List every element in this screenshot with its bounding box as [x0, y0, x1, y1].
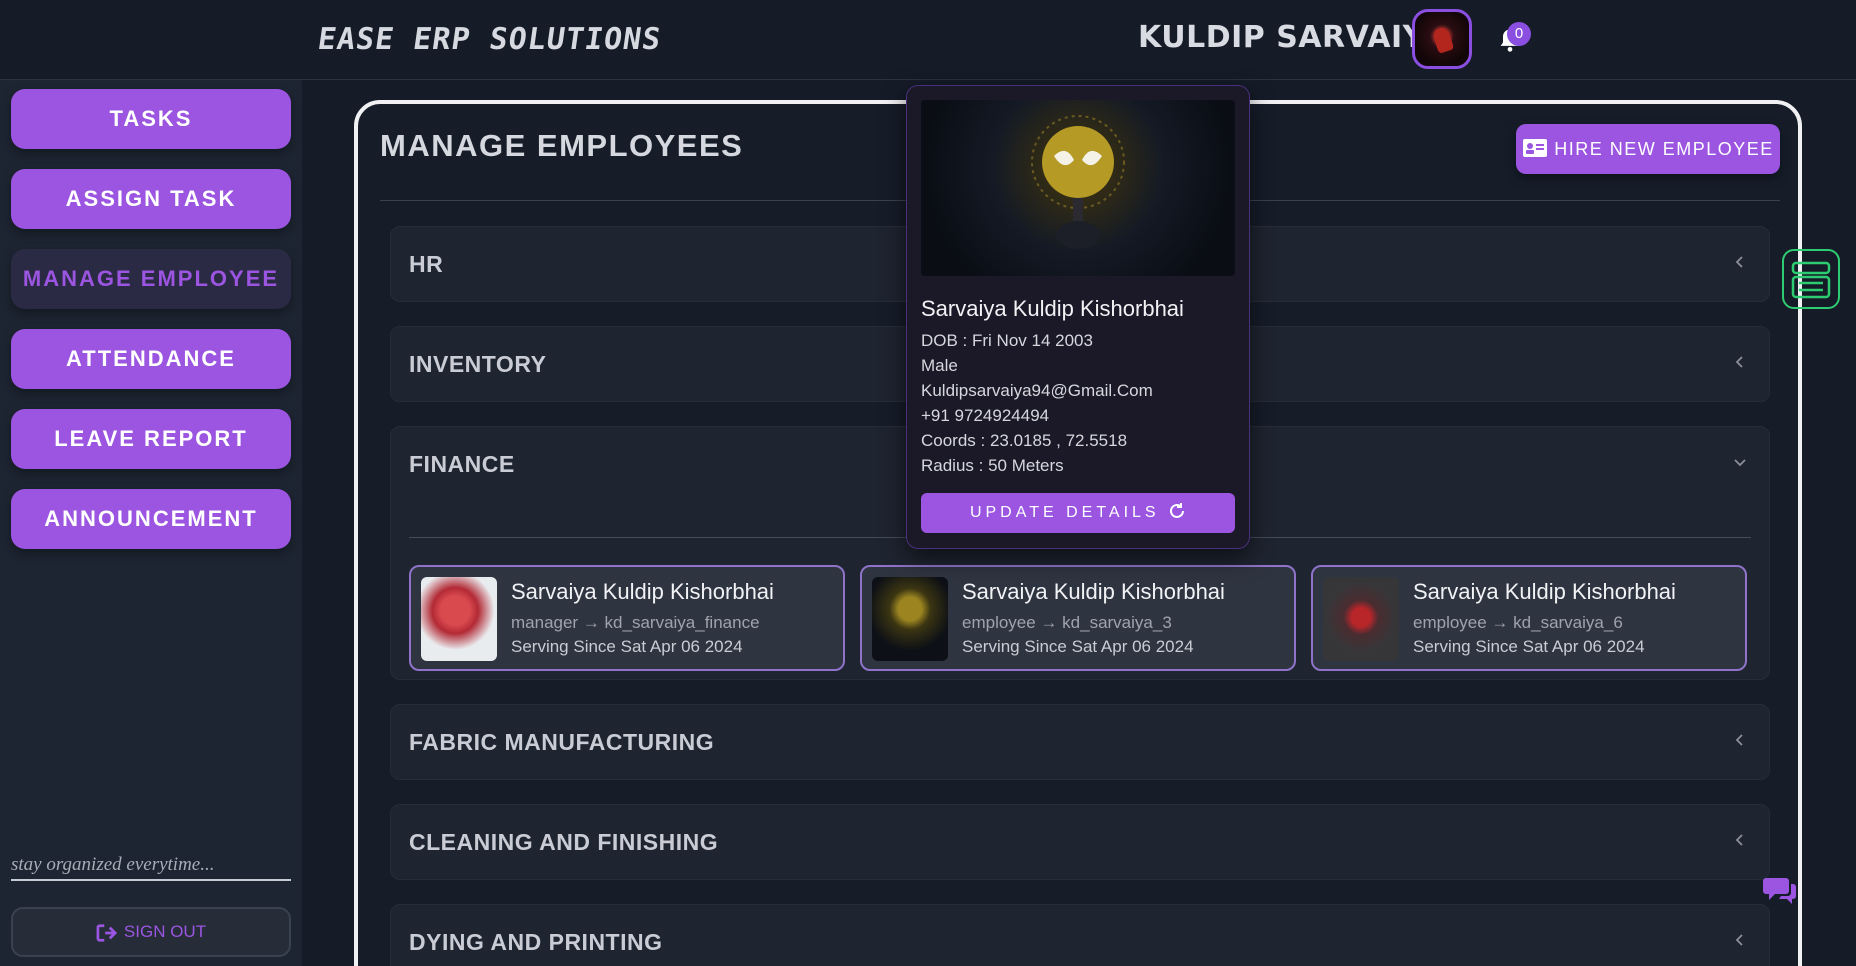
employee-photo [421, 577, 497, 661]
page-title: MANAGE EMPLOYEES [380, 128, 744, 163]
chevron-down-icon [1734, 459, 1746, 467]
chevron-left-icon [1735, 834, 1743, 846]
popup-dob: DOB : Fri Nov 14 2003 [921, 331, 1093, 350]
chat-icon[interactable] [1762, 874, 1798, 906]
sidebar-item-assign-task[interactable]: ASSIGN TASK [11, 169, 291, 229]
employee-card[interactable]: Sarvaiya Kuldip Kishorbhai employee → kd… [1311, 565, 1747, 671]
refresh-icon [1170, 503, 1185, 519]
dept-label: INVENTORY [409, 351, 547, 377]
dept-label: HR [409, 251, 444, 277]
employee-profile-image [921, 100, 1235, 276]
sidebar-item-announcement[interactable]: ANNOUNCEMENT [11, 489, 291, 549]
sidebar-item-manage-employee[interactable]: MANAGE EMPLOYEE [11, 249, 291, 309]
popup-email: Kuldipsarvaiya94@Gmail.Com [921, 381, 1153, 400]
sidebar-item-leave-report[interactable]: LEAVE REPORT [11, 409, 291, 469]
employee-since: Serving Since Sat Apr 06 2024 [511, 637, 743, 656]
hire-new-employee-button[interactable]: HIRE NEW EMPLOYEE [1516, 124, 1780, 174]
employee-role: employee → kd_sarvaiya_3 [962, 613, 1172, 632]
popup-phone: +91 9724924494 [921, 406, 1050, 425]
hire-button-label: HIRE NEW EMPLOYEE [1554, 139, 1774, 159]
popup-employee-name: Sarvaiya Kuldip Kishorbhai [921, 296, 1184, 321]
employee-role: employee → kd_sarvaiya_6 [1413, 613, 1623, 632]
employee-details-popup: Sarvaiya Kuldip Kishorbhai DOB : Fri Nov… [906, 85, 1250, 549]
employee-card[interactable]: Sarvaiya Kuldip Kishorbhai manager → kd_… [409, 565, 845, 671]
signout-button[interactable]: SIGN OUT [11, 907, 291, 957]
popup-gender: Male [921, 356, 958, 375]
update-details-button[interactable]: UPDATE DETAILS [921, 493, 1235, 533]
employee-photo [872, 577, 948, 661]
employee-since: Serving Since Sat Apr 06 2024 [962, 637, 1194, 656]
list-icon[interactable] [1782, 249, 1840, 309]
user-avatar[interactable] [1412, 9, 1472, 69]
dept-label: CLEANING AND FINISHING [409, 829, 719, 855]
employee-name: Sarvaiya Kuldip Kishorbhai [511, 579, 774, 604]
dept-label: DYING AND PRINTING [409, 929, 663, 955]
dept-cleaning-and-finishing[interactable]: CLEANING AND FINISHING [390, 804, 1770, 880]
chevron-left-icon [1735, 256, 1743, 268]
brand-logo: EASE ERP SOLUTIONS [315, 22, 664, 57]
sidebar-tagline: stay organized everytime... [11, 854, 291, 881]
employee-name: Sarvaiya Kuldip Kishorbhai [962, 579, 1225, 604]
sidebar-item-attendance[interactable]: ATTENDANCE [11, 329, 291, 389]
chevron-left-icon [1735, 734, 1743, 746]
employee-photo [1323, 577, 1399, 661]
chevron-left-icon [1735, 934, 1743, 946]
profile-artwork [1031, 115, 1125, 249]
sidebar-item-tasks[interactable]: TASKS [11, 89, 291, 149]
signout-label: SIGN OUT [123, 922, 207, 941]
chevron-left-icon [1735, 356, 1743, 368]
dept-label: FABRIC MANUFACTURING [409, 729, 715, 755]
update-details-label: UPDATE DETAILS [969, 504, 1160, 521]
employee-name: Sarvaiya Kuldip Kishorbhai [1413, 579, 1676, 604]
dept-dying-and-printing[interactable]: DYING AND PRINTING [390, 904, 1770, 966]
employee-since: Serving Since Sat Apr 06 2024 [1413, 637, 1645, 656]
notification-badge: 0 [1507, 22, 1531, 46]
dept-label: FINANCE [409, 451, 515, 477]
dept-fabric-manufacturing[interactable]: FABRIC MANUFACTURING [390, 704, 1770, 780]
user-name: KULDIP SARVAIYA [1138, 20, 1446, 55]
id-card-icon [1523, 139, 1548, 158]
employee-card[interactable]: Sarvaiya Kuldip Kishorbhai employee → kd… [860, 565, 1296, 671]
popup-radius: Radius : 50 Meters [921, 456, 1064, 475]
signout-icon [96, 923, 118, 942]
sidebar: TASKS ASSIGN TASK MANAGE EMPLOYEE ATTEND… [0, 80, 302, 966]
top-header: EASE ERP SOLUTIONS KULDIP SARVAIYA 0 [0, 0, 1856, 80]
employee-role: manager → kd_sarvaiya_finance [511, 613, 760, 632]
popup-coords: Coords : 23.0185 , 72.5518 [921, 431, 1128, 450]
